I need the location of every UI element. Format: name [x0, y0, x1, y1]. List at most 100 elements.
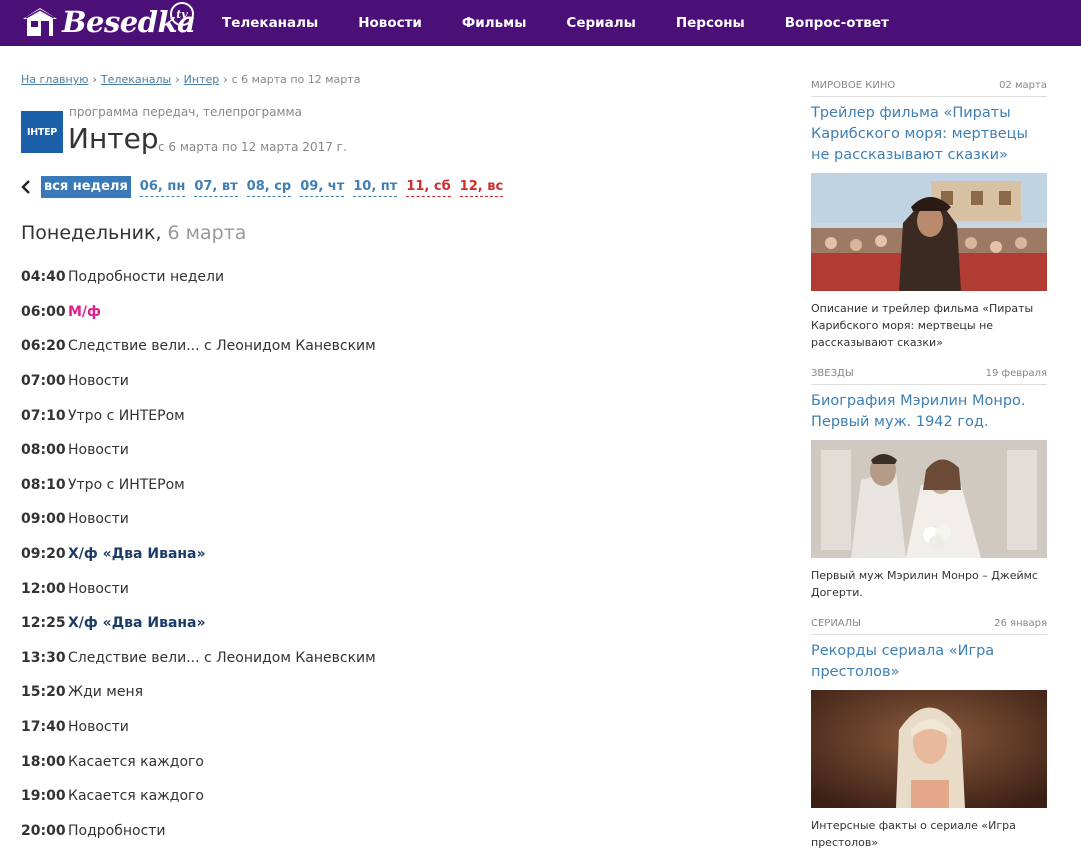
schedule-row: 13:30 Следствие вели... с Леонидом Каневс…	[21, 641, 761, 676]
nav-news[interactable]: Новости	[358, 15, 422, 31]
schedule-row: 18:00 Касается каждого	[21, 744, 761, 779]
breadcrumb-current: с 6 марта по 12 марта	[231, 73, 361, 86]
schedule-row: 09:00 Новости	[21, 502, 761, 537]
tab-whole-week[interactable]: вся неделя	[41, 176, 131, 198]
nav-channels[interactable]: Телеканалы	[222, 15, 318, 31]
daenerys-photo-image	[811, 690, 1047, 808]
schedule-row: 07:10 Утро с ИНТЕРом	[21, 398, 761, 433]
chevron-left-icon	[21, 180, 30, 194]
nav-persons[interactable]: Персоны	[676, 15, 745, 31]
schedule-program-title: Подробности недели	[68, 269, 225, 286]
schedule-program-title: Утро с ИНТЕРом	[68, 407, 185, 424]
schedule-time: 07:10	[21, 407, 66, 424]
schedule-row: 15:20 Жди меня	[21, 675, 761, 710]
schedule-row: 12:25 Х/ф «Два Ивана»	[21, 606, 761, 641]
schedule-row: 19:00 Касается каждого	[21, 779, 761, 814]
card-caption: Первый муж Мэрилин Монро – Джеймс Догерт…	[811, 569, 1038, 599]
tab-day-08[interactable]: 08, ср	[246, 178, 292, 197]
schedule-program-title: Касается каждого	[68, 753, 204, 770]
schedule-program-title[interactable]: Х/ф «Два Ивана»	[68, 615, 206, 631]
news-card: СЕРИАЛЫ 26 января Рекорды сериала «Игра …	[811, 616, 1047, 851]
schedule-program-title: Жди меня	[68, 684, 144, 701]
card-date: 02 марта	[999, 80, 1047, 91]
schedule-time: 17:40	[21, 719, 66, 736]
schedule-program-title: Следствие вели... с Леонидом Каневским	[68, 649, 376, 666]
card-caption: Интерсные факты о сериале «Игра престоло…	[811, 819, 1016, 849]
schedule-time: 09:20	[21, 546, 66, 563]
schedule-time: 12:00	[21, 580, 66, 597]
card-category: МИРОВОЕ КИНО	[811, 80, 896, 91]
schedule-program-title: Новости	[68, 511, 129, 528]
schedule-program-title[interactable]: Х/ф «Два Ивана»	[68, 546, 206, 562]
house-logo-icon	[23, 8, 57, 36]
card-title-link[interactable]: Биография Мэрилин Монро. Первый муж. 194…	[811, 391, 1047, 433]
schedule-program-title: Новости	[68, 580, 129, 597]
schedule-time: 13:30	[21, 649, 66, 666]
card-header: СЕРИАЛЫ 26 января	[811, 616, 1047, 635]
schedule-program-title: Новости	[68, 373, 129, 390]
day-tabs: вся неделя 06, пн 07, вт 08, ср 09, чт 1…	[21, 175, 512, 199]
channel-subtitle: программа передач, телепрограмма	[69, 105, 302, 119]
chevron-right-icon: ›	[223, 73, 228, 86]
schedule-time: 04:40	[21, 269, 66, 286]
schedule-time: 12:25	[21, 615, 66, 632]
card-title-link[interactable]: Рекорды сериала «Игра престолов»	[811, 641, 1047, 683]
tab-day-12[interactable]: 12, вс	[459, 178, 504, 197]
logo-tv-badge: tv	[170, 2, 194, 26]
card-image[interactable]	[811, 173, 1047, 291]
schedule-row: 04:40 Подробности недели	[21, 260, 761, 295]
site-logo[interactable]: Besedka tv	[20, 2, 196, 42]
schedule-time: 08:10	[21, 476, 66, 493]
schedule-row: 06:20 Следствие вели... с Леонидом Каневс…	[21, 329, 761, 364]
pirate-photo-image	[811, 173, 1047, 291]
schedule-time: 06:20	[21, 338, 66, 355]
card-date: 19 февраля	[985, 368, 1047, 379]
schedule-row: 07:00 Новости	[21, 364, 761, 399]
card-image[interactable]	[811, 440, 1047, 558]
card-category: ЗВЕЗДЫ	[811, 368, 854, 379]
schedule-time: 18:00	[21, 753, 66, 770]
tab-day-11[interactable]: 11, сб	[406, 178, 451, 197]
breadcrumb-home-link[interactable]: На главную	[21, 73, 89, 86]
news-card: МИРОВОЕ КИНО 02 марта Трейлер фильма «Пи…	[811, 78, 1047, 351]
channel-logo: ІНТЕР	[21, 111, 63, 153]
schedule-program-title: Утро с ИНТЕРом	[68, 476, 185, 493]
schedule-time: 20:00	[21, 822, 66, 839]
schedule-row: 20:00 Подробности	[21, 814, 761, 849]
schedule-time: 08:00	[21, 442, 66, 459]
schedule-time: 15:20	[21, 684, 66, 701]
day-heading-date: 6 марта	[167, 222, 247, 244]
schedule-row: 08:10 Утро с ИНТЕРом	[21, 468, 761, 503]
schedule-program-title: Следствие вели... с Леонидом Каневским	[68, 338, 376, 355]
nav-qa[interactable]: Вопрос-ответ	[785, 15, 889, 31]
card-image[interactable]	[811, 690, 1047, 808]
tab-day-07[interactable]: 07, вт	[194, 178, 238, 197]
tab-day-06[interactable]: 06, пн	[139, 178, 186, 197]
schedule-program-title: Новости	[68, 442, 129, 459]
wedding-photo-image	[811, 440, 1047, 558]
card-date: 26 января	[994, 618, 1047, 629]
schedule-time: 07:00	[21, 373, 66, 390]
tab-day-10[interactable]: 10, пт	[353, 178, 398, 197]
prev-week-button[interactable]	[21, 175, 35, 199]
tab-day-09[interactable]: 09, чт	[300, 178, 345, 197]
schedule-program-title: Новости	[68, 719, 129, 736]
schedule-time: 06:00	[21, 303, 66, 320]
schedule-program-title[interactable]: М/ф	[68, 304, 101, 320]
schedule-row: 12:00 Новости	[21, 571, 761, 606]
main-nav: Телеканалы Новости Фильмы Сериалы Персон…	[222, 0, 929, 46]
chevron-right-icon: ›	[175, 73, 180, 86]
nav-series[interactable]: Сериалы	[566, 15, 635, 31]
day-heading-weekday: Понедельник,	[21, 222, 162, 244]
schedule-row: 09:20 Х/ф «Два Ивана»	[21, 537, 761, 572]
day-heading: Понедельник, 6 марта	[21, 222, 246, 244]
breadcrumb-channels-link[interactable]: Телеканалы	[101, 73, 171, 86]
card-title-link[interactable]: Трейлер фильма «Пираты Карибского моря: …	[811, 103, 1047, 166]
schedule-list: 04:40 Подробности недели 06:00 М/ф 06:20 След…	[21, 260, 761, 848]
schedule-row: 17:40 Новости	[21, 710, 761, 745]
schedule-time: 19:00	[21, 788, 66, 805]
breadcrumb: На главную › Телеканалы › Интер › с 6 марта по…	[21, 73, 360, 86]
nav-films[interactable]: Фильмы	[462, 15, 527, 31]
breadcrumb-channel-link[interactable]: Интер	[184, 73, 220, 86]
schedule-row: 06:00 М/ф	[21, 295, 761, 330]
